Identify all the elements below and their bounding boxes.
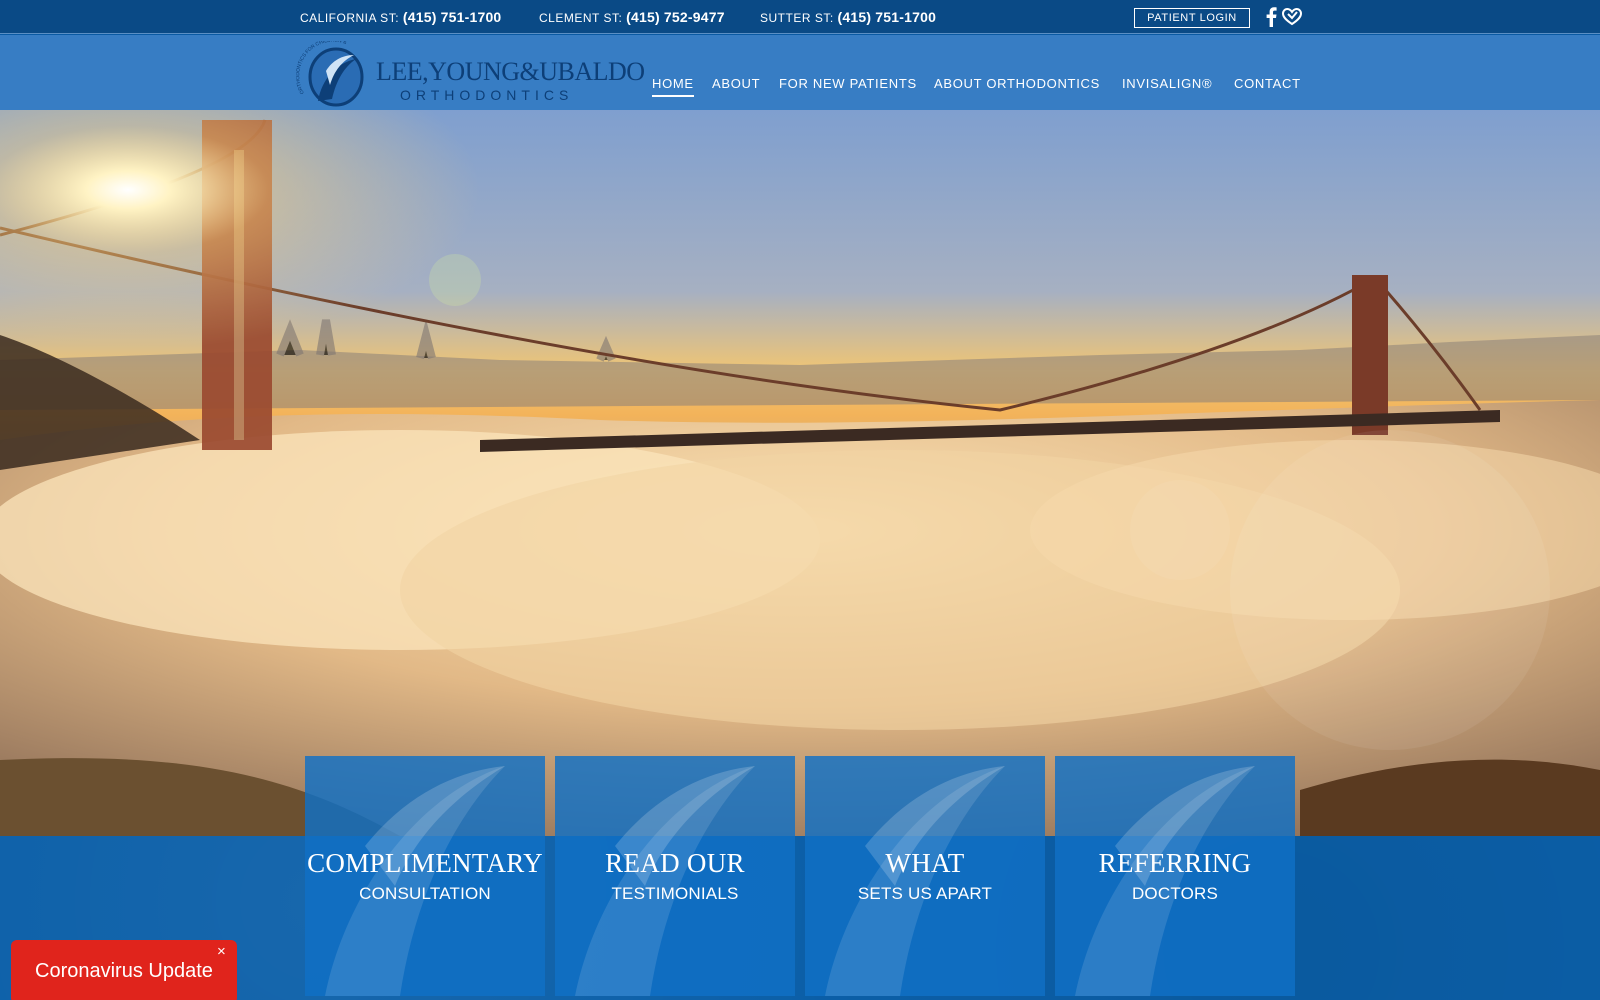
phone-label: SUTTER ST: bbox=[760, 11, 834, 25]
nav-item-invisalign[interactable]: INVISALIGN® bbox=[1122, 76, 1212, 95]
tile-subtitle: SETS US APART bbox=[857, 884, 993, 903]
nav-item-home[interactable]: HOME bbox=[652, 76, 694, 97]
phone-sutter[interactable]: SUTTER ST: (415) 751-1700 bbox=[760, 9, 936, 25]
logo[interactable]: ORTHODONTICS FOR CHILDREN & ADULTS LEE,Y… bbox=[296, 41, 645, 107]
alert-label: Coronavirus Update bbox=[35, 960, 213, 982]
nav-item-contact[interactable]: CONTACT bbox=[1234, 76, 1301, 95]
phone-label: CALIFORNIA ST: bbox=[300, 11, 400, 25]
tile-title: READ OUR bbox=[605, 848, 745, 878]
facebook-icon[interactable] bbox=[1264, 7, 1278, 27]
phone-number[interactable]: (415) 752-9477 bbox=[626, 9, 725, 25]
nav-item-for-new-patients[interactable]: FOR NEW PATIENTS bbox=[779, 76, 917, 95]
tile-referring-doctors[interactable]: REFERRING DOCTORS bbox=[1055, 756, 1295, 996]
nav-item-about[interactable]: ABOUT bbox=[712, 76, 760, 95]
tile-complimentary-consultation[interactable]: COMPLIMENTARY CONSULTATION bbox=[305, 756, 545, 996]
tile-what-sets-us-apart[interactable]: WHAT SETS US APART bbox=[805, 756, 1045, 996]
logo-name: LEE,YOUNG&UBALDO bbox=[376, 57, 645, 86]
tile-subtitle: DOCTORS bbox=[1131, 884, 1219, 903]
coronavirus-update-button[interactable]: Coronavirus Update × bbox=[11, 940, 237, 1000]
golden-gate-bridge-image bbox=[0, 110, 1600, 836]
phone-number[interactable]: (415) 751-1700 bbox=[838, 9, 937, 25]
top-bar: CALIFORNIA ST: (415) 751-1700 CLEMENT ST… bbox=[0, 0, 1600, 34]
tile-title: COMPLIMENTARY bbox=[307, 848, 543, 878]
tile-read-our-testimonials[interactable]: READ OUR TESTIMONIALS bbox=[555, 756, 795, 996]
bottom-band bbox=[0, 836, 1600, 1000]
tile-subtitle: CONSULTATION bbox=[359, 884, 491, 903]
tile-subtitle: TESTIMONIALS bbox=[611, 884, 739, 903]
phone-california[interactable]: CALIFORNIA ST: (415) 751-1700 bbox=[300, 9, 501, 25]
phone-number[interactable]: (415) 751-1700 bbox=[403, 9, 502, 25]
phone-label: CLEMENT ST: bbox=[539, 11, 623, 25]
logo-swoosh-icon: ORTHODONTICS FOR CHILDREN & ADULTS bbox=[296, 41, 364, 107]
nav-item-about-orthodontics[interactable]: ABOUT ORTHODONTICS bbox=[934, 76, 1100, 95]
heart-hands-icon[interactable] bbox=[1282, 7, 1302, 27]
site-header: ORTHODONTICS FOR CHILDREN & ADULTS LEE,Y… bbox=[0, 35, 1600, 110]
phone-clement[interactable]: CLEMENT ST: (415) 752-9477 bbox=[539, 9, 725, 25]
patient-login-button[interactable]: PATIENT LOGIN bbox=[1134, 8, 1250, 28]
tile-title: REFERRING bbox=[1098, 848, 1252, 878]
hero-image bbox=[0, 110, 1600, 836]
logo-subtitle: ORTHODONTICS bbox=[400, 87, 574, 103]
tile-title: WHAT bbox=[885, 848, 965, 878]
close-icon[interactable]: × bbox=[217, 944, 226, 959]
